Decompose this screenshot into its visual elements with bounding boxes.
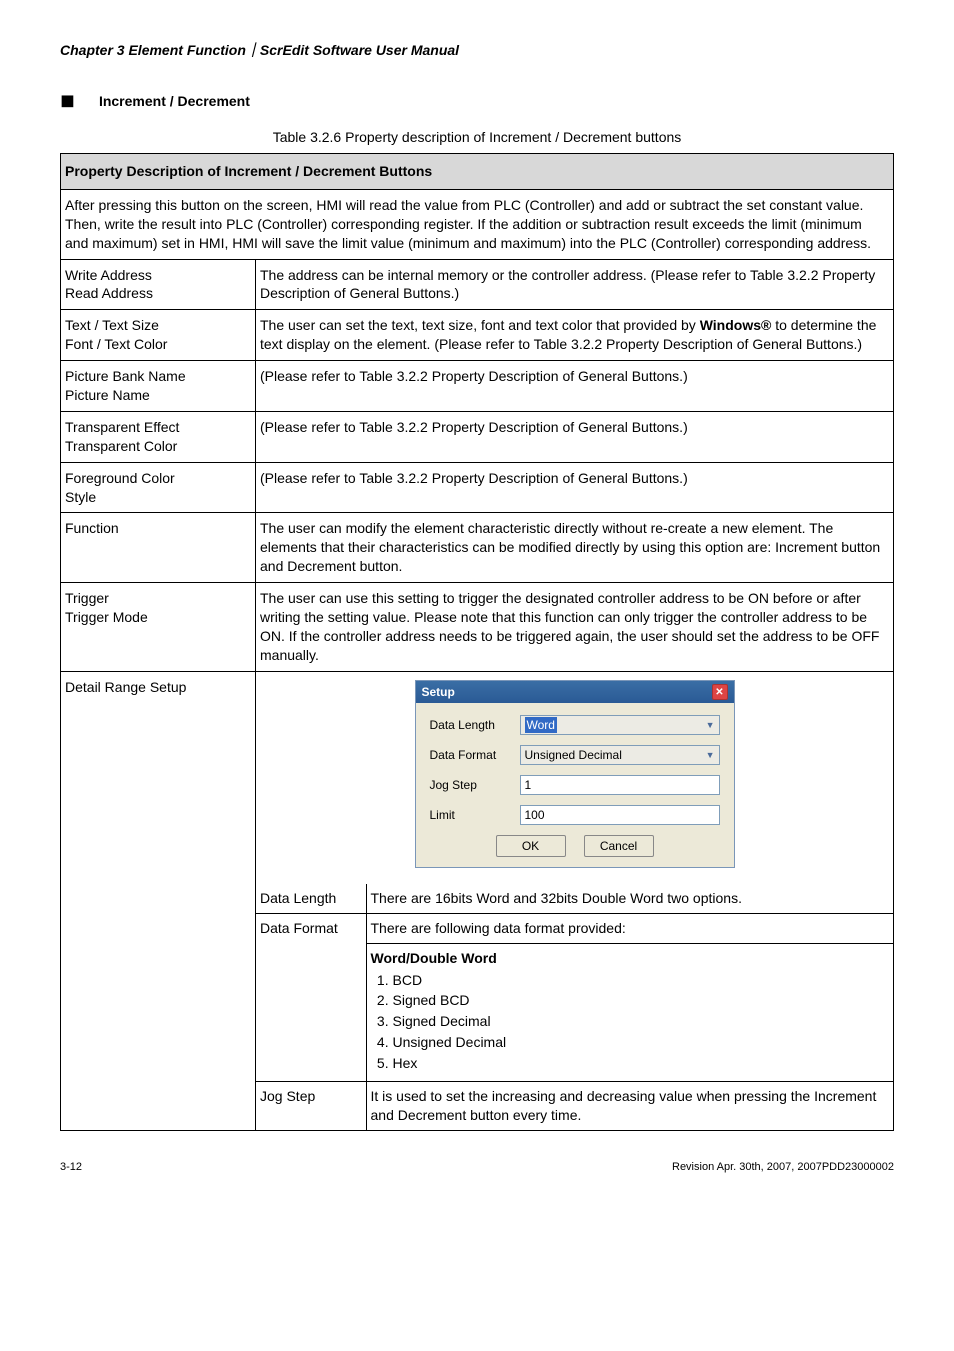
label: Foreground Color <box>65 469 251 488</box>
label: Trigger <box>65 589 251 608</box>
label: Picture Bank Name <box>65 367 251 386</box>
field-label: Data Length <box>430 717 520 733</box>
label: Style <box>65 488 251 507</box>
row-desc: (Please refer to Table 3.2.2 Property De… <box>256 462 894 513</box>
row-label: Trigger Trigger Mode <box>61 583 256 672</box>
list-item: Signed BCD <box>393 990 890 1011</box>
detail-inner-table: Data Length There are 16bits Word and 32… <box>256 884 893 1130</box>
inner-label: Data Length <box>256 884 366 913</box>
cancel-button[interactable]: Cancel <box>584 835 654 857</box>
row-label: Function <box>61 513 256 583</box>
section-title: Increment / Decrement <box>99 93 250 109</box>
inner-desc: It is used to set the increasing and dec… <box>366 1082 893 1130</box>
row-desc: The user can set the text, text size, fo… <box>256 310 894 361</box>
select-value: Unsigned Decimal <box>525 747 622 763</box>
page-number: 3-12 <box>60 1161 82 1173</box>
ok-button[interactable]: OK <box>496 835 566 857</box>
row-desc: (Please refer to Table 3.2.2 Property De… <box>256 411 894 462</box>
data-length-select[interactable]: Word ▼ <box>520 715 720 735</box>
select-value: Word <box>525 717 557 733</box>
chevron-down-icon: ▼ <box>706 749 715 761</box>
label: Transparent Color <box>65 437 251 456</box>
row-label: Write Address Read Address <box>61 259 256 310</box>
row-label: Foreground Color Style <box>61 462 256 513</box>
input-value: 1 <box>525 777 532 793</box>
label: Write Address <box>65 266 251 285</box>
list-item: Signed Decimal <box>393 1011 890 1032</box>
table-title-row: Property Description of Increment / Decr… <box>61 154 894 190</box>
limit-input[interactable]: 100 <box>520 805 720 825</box>
revision-text: Revision Apr. 30th, 2007, 2007PDD2300000… <box>672 1161 894 1173</box>
jog-step-input[interactable]: 1 <box>520 775 720 795</box>
row-desc: The address can be internal memory or th… <box>256 259 894 310</box>
field-label: Limit <box>430 807 520 823</box>
page-footer: 3-12 Revision Apr. 30th, 2007, 2007PDD23… <box>60 1161 894 1173</box>
data-format-select[interactable]: Unsigned Decimal ▼ <box>520 745 720 765</box>
label: Trigger Mode <box>65 608 251 627</box>
close-icon[interactable]: ✕ <box>712 684 728 700</box>
detail-setup-cell: Setup ✕ Data Length Word ▼ Data Forma <box>256 671 894 1130</box>
chevron-down-icon: ▼ <box>706 719 715 731</box>
intro-cell: After pressing this button on the screen… <box>61 189 894 259</box>
label: Picture Name <box>65 386 251 405</box>
table-caption: Table 3.2.6 Property description of Incr… <box>60 129 894 145</box>
dialog-title: Setup <box>422 684 455 700</box>
inner-desc: There are following data format provided… <box>366 913 893 943</box>
list-item: Unsigned Decimal <box>393 1032 890 1053</box>
list-item: BCD <box>393 970 890 991</box>
row-label: Detail Range Setup <box>61 671 256 1130</box>
label: Text / Text Size <box>65 316 251 335</box>
dialog-titlebar: Setup ✕ <box>416 681 734 703</box>
page-header: Chapter 3 Element Function｜ScrEdit Softw… <box>60 40 894 60</box>
row-desc: The user can use this setting to trigger… <box>256 583 894 672</box>
label: Font / Text Color <box>65 335 251 354</box>
text: The user can set the text, text size, fo… <box>260 317 700 333</box>
bullet-icon: ◼ <box>60 90 75 111</box>
dialog-body: Data Length Word ▼ Data Format Unsigned … <box>416 703 734 867</box>
inner-label: Data Format <box>256 913 366 1081</box>
setup-dialog: Setup ✕ Data Length Word ▼ Data Forma <box>415 680 735 868</box>
format-list: BCD Signed BCD Signed Decimal Unsigned D… <box>371 970 890 1074</box>
row-label: Picture Bank Name Picture Name <box>61 361 256 412</box>
word-heading: Word/Double Word <box>371 949 890 968</box>
row-desc: The user can modify the element characte… <box>256 513 894 583</box>
list-item: Hex <box>393 1053 890 1074</box>
row-label: Text / Text Size Font / Text Color <box>61 310 256 361</box>
input-value: 100 <box>525 807 545 823</box>
inner-desc: There are 16bits Word and 32bits Double … <box>366 884 893 913</box>
label: Read Address <box>65 284 251 303</box>
field-label: Jog Step <box>430 777 520 793</box>
row-desc: (Please refer to Table 3.2.2 Property De… <box>256 361 894 412</box>
inner-label: Jog Step <box>256 1082 366 1130</box>
section-heading-row: ◼ Increment / Decrement <box>60 90 894 111</box>
property-table: Property Description of Increment / Decr… <box>60 153 894 1131</box>
label: Transparent Effect <box>65 418 251 437</box>
inner-desc: Word/Double Word BCD Signed BCD Signed D… <box>366 943 893 1081</box>
row-label: Transparent Effect Transparent Color <box>61 411 256 462</box>
text-bold: Windows® <box>700 317 772 333</box>
field-label: Data Format <box>430 747 520 763</box>
